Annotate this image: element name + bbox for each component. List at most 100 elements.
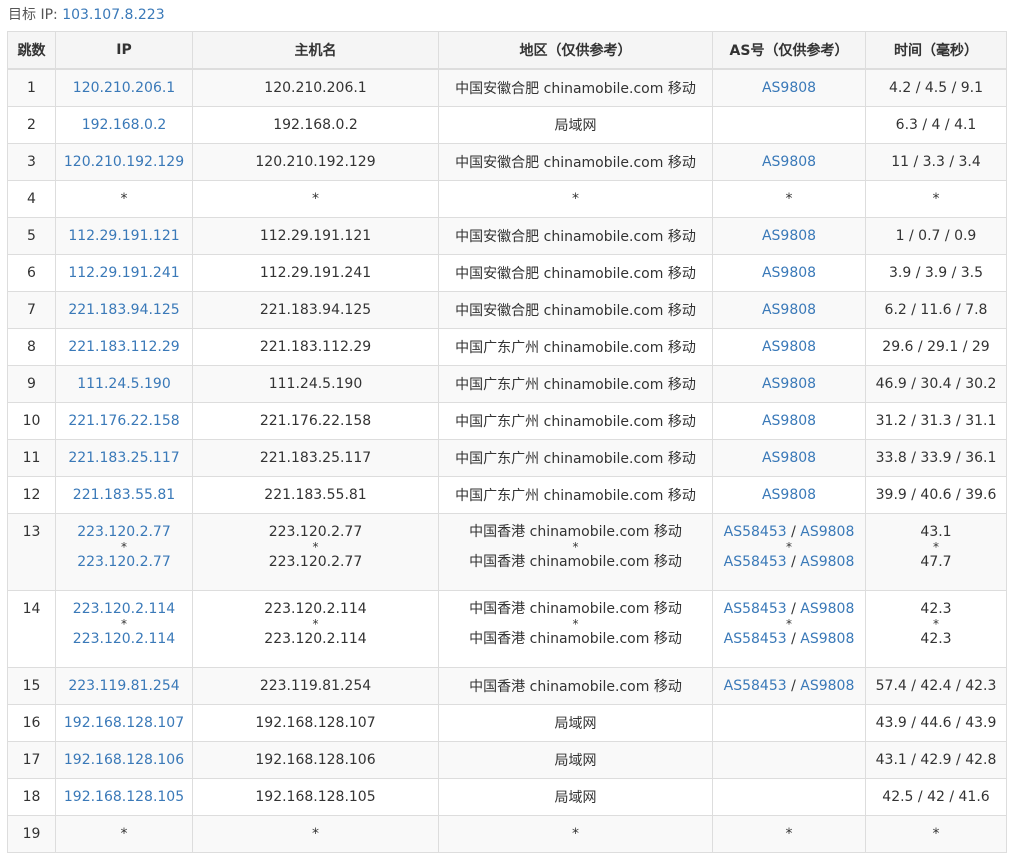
hostname-cell: 192.168.0.2 xyxy=(192,105,439,144)
hostname-cell: 223.120.2.77 * 223.120.2.77 xyxy=(192,512,439,591)
hostname-cell: 221.183.25.117 xyxy=(192,438,439,477)
ip-cell: 192.168.128.106 xyxy=(55,740,193,779)
hop-cell: 3 xyxy=(7,142,56,181)
as-link[interactable]: AS9808 xyxy=(800,554,854,570)
as-cell: AS9808 xyxy=(712,475,866,514)
hop-cell: 12 xyxy=(7,475,56,514)
region-cell: 中国香港 chinamobile.com 移动 xyxy=(438,666,713,705)
as-link[interactable]: AS58453 xyxy=(724,524,787,540)
region-cell: * xyxy=(438,179,713,218)
hop-cell: 2 xyxy=(7,105,56,144)
time-text: 42.3 xyxy=(920,630,952,647)
ip-cell: 120.210.192.129 xyxy=(55,142,193,181)
header-ip: IP xyxy=(55,31,193,70)
ip-cell: 221.183.55.81 xyxy=(55,475,193,514)
ip-cell: 192.168.0.2 xyxy=(55,105,193,144)
ip-link[interactable]: 223.120.2.77 xyxy=(77,554,171,570)
ip-link[interactable]: 112.29.191.121 xyxy=(68,228,179,244)
table-row: 19 * * * * * xyxy=(7,814,1007,853)
table-row: 8 221.183.112.29 221.183.112.29 中国广东广州 c… xyxy=(7,327,1007,366)
as-link[interactable]: AS9808 xyxy=(800,678,854,694)
hop-cell: 10 xyxy=(7,401,56,440)
hostname-text: 223.120.2.114 xyxy=(264,600,367,617)
header-as: AS号（仅供参考） xyxy=(712,31,866,70)
ip-link[interactable]: 112.29.191.241 xyxy=(68,265,179,281)
as-link[interactable]: AS9808 xyxy=(762,228,816,244)
hop-cell: 18 xyxy=(7,777,56,816)
ip-link[interactable]: 111.24.5.190 xyxy=(77,376,171,392)
hostname-cell: 120.210.192.129 xyxy=(192,142,439,181)
region-cell: 中国安徽合肥 chinamobile.com 移动 xyxy=(438,142,713,181)
as-link[interactable]: AS9808 xyxy=(762,265,816,281)
region-cell: 中国安徽合肥 chinamobile.com 移动 xyxy=(438,216,713,255)
ip-link[interactable]: 223.119.81.254 xyxy=(68,678,179,694)
as-cell: AS9808 xyxy=(712,216,866,255)
hop-cell: 15 xyxy=(7,666,56,705)
as-cell xyxy=(712,740,866,779)
ip-cell: 112.29.191.241 xyxy=(55,253,193,292)
hop-cell: 11 xyxy=(7,438,56,477)
region-text: 中国香港 chinamobile.com 移动 xyxy=(469,600,682,617)
region-text: 中国香港 chinamobile.com 移动 xyxy=(469,523,682,540)
as-link[interactable]: AS9808 xyxy=(762,376,816,392)
table-row: 10 221.176.22.158 221.176.22.158 中国广东广州 … xyxy=(7,401,1007,440)
table-row-multi: 14 223.120.2.114 * 223.120.2.114 223.120… xyxy=(7,589,1007,668)
time-cell: * xyxy=(865,814,1007,853)
region-cell: 局域网 xyxy=(438,703,713,742)
region-cell: 中国广东广州 chinamobile.com 移动 xyxy=(438,364,713,403)
as-link[interactable]: AS9808 xyxy=(762,450,816,466)
table-row: 12 221.183.55.81 221.183.55.81 中国广东广州 ch… xyxy=(7,475,1007,514)
region-cell: 局域网 xyxy=(438,740,713,779)
ip-link[interactable]: 223.120.2.114 xyxy=(73,631,175,647)
table-header-row: 跳数 IP 主机名 地区（仅供参考） AS号（仅供参考） 时间（毫秒） xyxy=(7,31,1007,70)
as-cell: AS9808 xyxy=(712,438,866,477)
time-cell: 3.9 / 3.9 / 3.5 xyxy=(865,253,1007,292)
hostname-cell: 223.120.2.114 * 223.120.2.114 xyxy=(192,589,439,668)
as-link[interactable]: AS9808 xyxy=(762,80,816,96)
ip-link[interactable]: 221.183.112.29 xyxy=(68,339,179,355)
ip-link[interactable]: 223.120.2.114 xyxy=(73,601,175,617)
as-link[interactable]: AS9808 xyxy=(762,339,816,355)
table-row: 7 221.183.94.125 221.183.94.125 中国安徽合肥 c… xyxy=(7,290,1007,329)
as-link[interactable]: AS9808 xyxy=(762,154,816,170)
ip-link[interactable]: 221.183.25.117 xyxy=(68,450,179,466)
ip-cell: 223.119.81.254 xyxy=(55,666,193,705)
separator-star: * xyxy=(933,616,939,631)
ip-link[interactable]: 221.176.22.158 xyxy=(68,413,179,429)
ip-link[interactable]: 192.168.128.105 xyxy=(64,789,184,805)
region-cell: 局域网 xyxy=(438,105,713,144)
hop-cell: 9 xyxy=(7,364,56,403)
table-body: 1 120.210.206.1 120.210.206.1 中国安徽合肥 chi… xyxy=(7,68,1007,853)
hop-cell: 19 xyxy=(7,814,56,853)
hostname-text: 223.120.2.77 xyxy=(268,553,363,570)
ip-link[interactable]: 221.183.55.81 xyxy=(73,487,175,503)
as-link[interactable]: AS9808 xyxy=(800,631,854,647)
as-cell: AS58453 / AS9808 * AS58453 / AS9808 xyxy=(712,589,866,668)
as-link[interactable]: AS9808 xyxy=(762,413,816,429)
as-link[interactable]: AS9808 xyxy=(800,524,854,540)
time-cell: 42.3 * 42.3 xyxy=(865,589,1007,668)
as-link[interactable]: AS9808 xyxy=(762,487,816,503)
ip-link[interactable]: 223.120.2.77 xyxy=(77,524,171,540)
ip-link[interactable]: 192.168.0.2 xyxy=(82,117,167,133)
as-link[interactable]: AS9808 xyxy=(800,601,854,617)
ip-link[interactable]: 192.168.128.106 xyxy=(64,752,184,768)
as-link[interactable]: AS58453 xyxy=(724,631,787,647)
ip-cell: 192.168.128.105 xyxy=(55,777,193,816)
as-link[interactable]: AS9808 xyxy=(762,302,816,318)
hop-cell: 17 xyxy=(7,740,56,779)
separator-star: * xyxy=(312,539,319,554)
as-link[interactable]: AS58453 xyxy=(724,554,787,570)
ip-link[interactable]: 192.168.128.107 xyxy=(64,715,184,731)
hostname-cell: 120.210.206.1 xyxy=(192,68,439,107)
as-link[interactable]: AS58453 xyxy=(724,678,787,694)
as-cell xyxy=(712,777,866,816)
as-separator: / xyxy=(786,523,801,540)
separator-star: * xyxy=(572,616,579,631)
hostname-cell: 223.119.81.254 xyxy=(192,666,439,705)
ip-link[interactable]: 120.210.192.129 xyxy=(64,154,184,170)
time-cell: 57.4 / 42.4 / 42.3 xyxy=(865,666,1007,705)
ip-link[interactable]: 221.183.94.125 xyxy=(68,302,179,318)
ip-link[interactable]: 120.210.206.1 xyxy=(73,80,175,96)
as-link[interactable]: AS58453 xyxy=(724,601,787,617)
